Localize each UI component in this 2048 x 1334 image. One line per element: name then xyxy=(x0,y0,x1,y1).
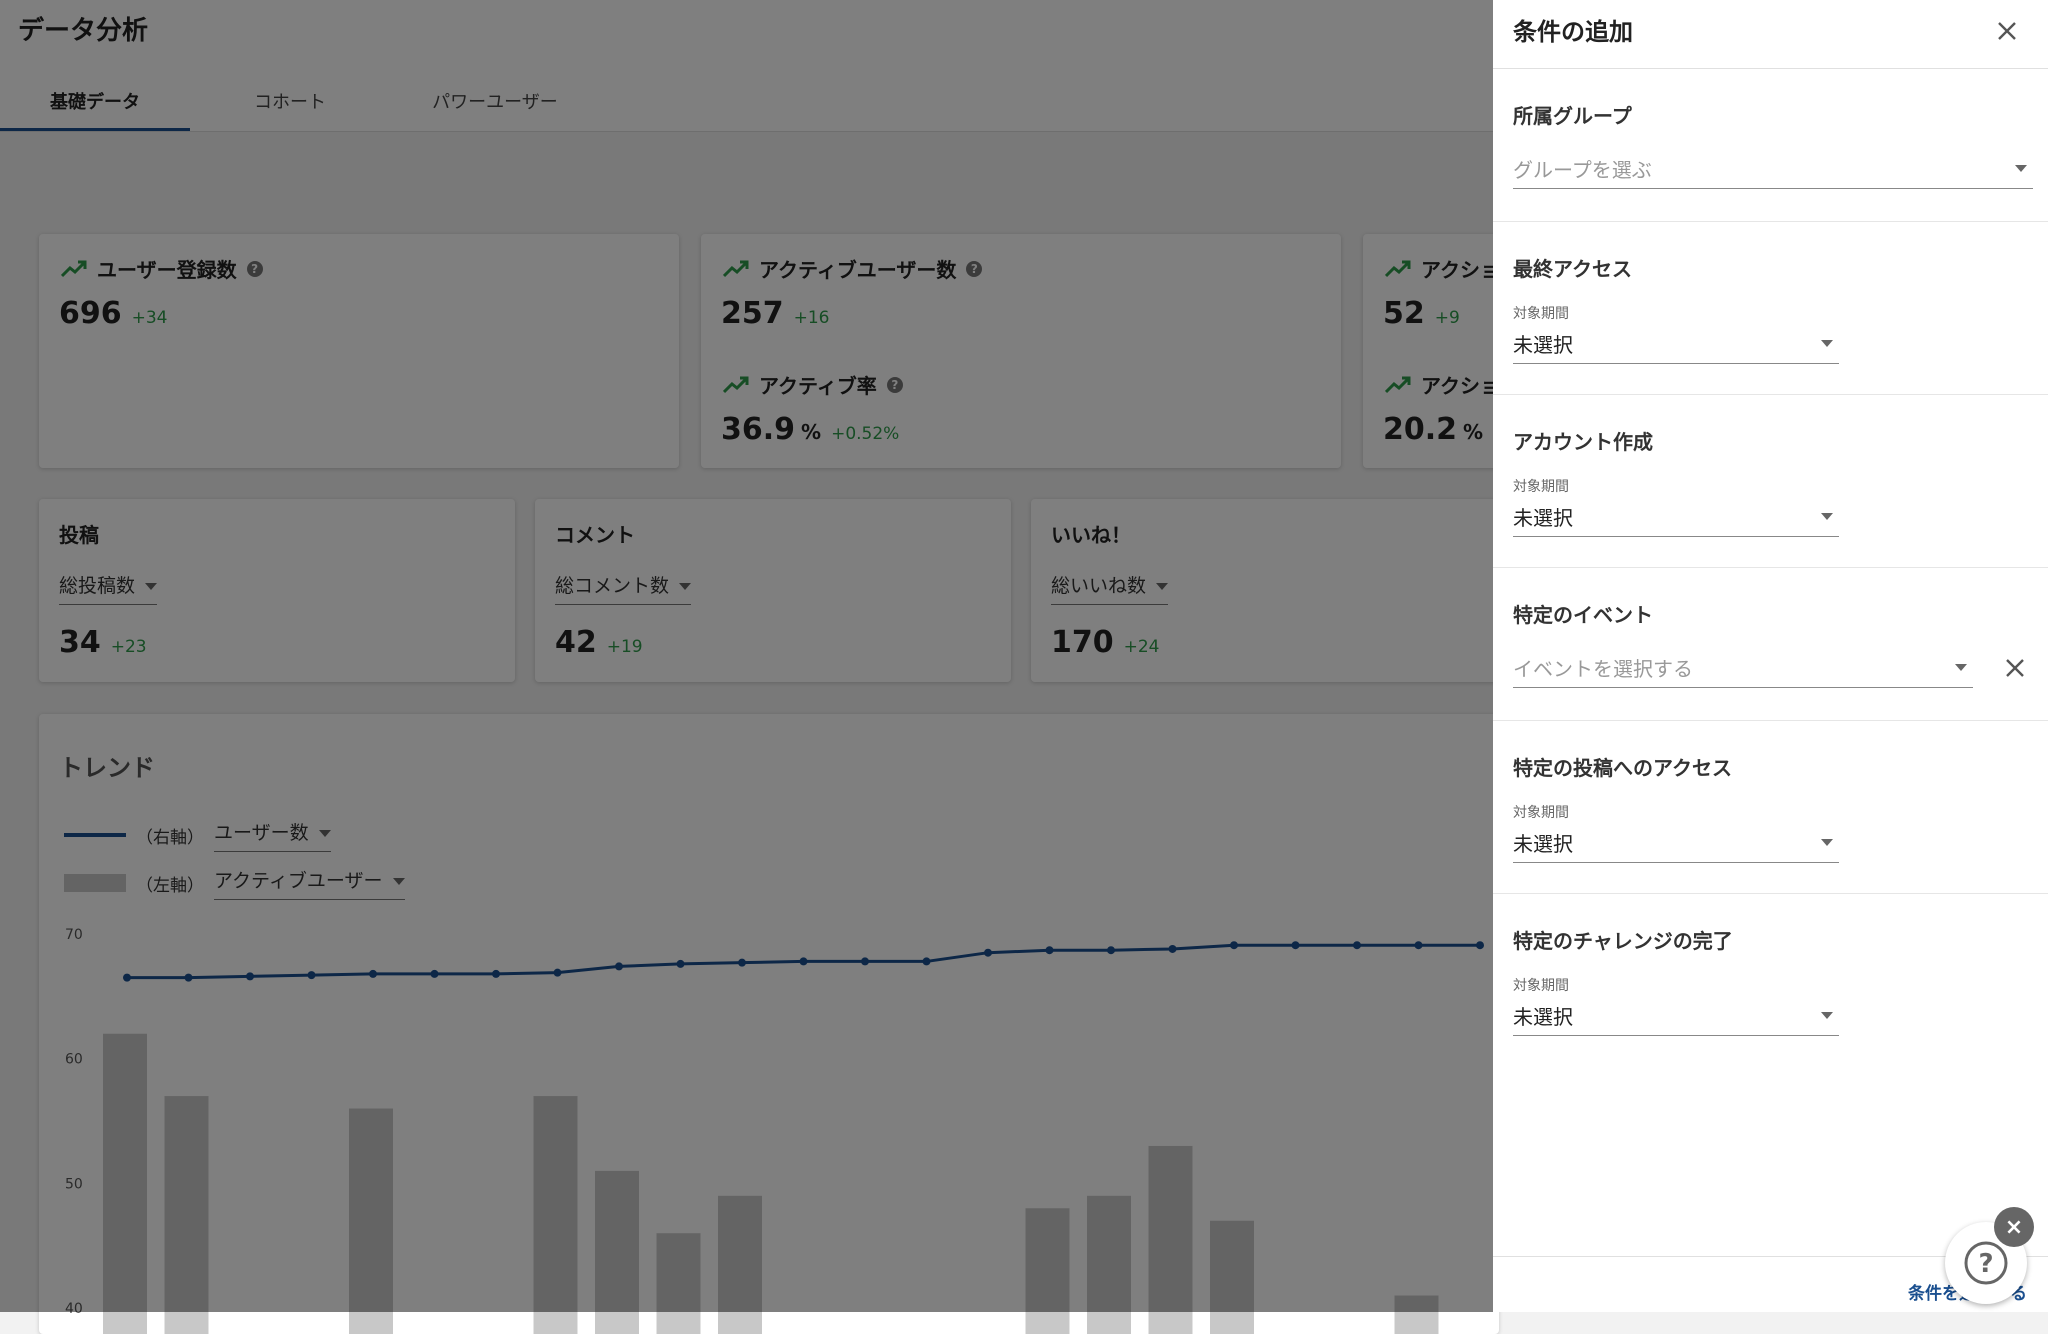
section-title: 最終アクセス xyxy=(1513,257,1632,281)
section-title: アカウント作成 xyxy=(1513,430,1653,454)
field-label: 対象期間 xyxy=(1513,978,1569,994)
section-title: 特定の投稿へのアクセス xyxy=(1513,756,1732,780)
close-icon xyxy=(1998,22,2016,40)
remove-event-button[interactable] xyxy=(2000,653,2030,683)
close-icon xyxy=(2006,659,2024,677)
chevron-down-icon xyxy=(1821,512,1833,520)
chevron-down-icon xyxy=(1821,838,1833,846)
field-label: 対象期間 xyxy=(1513,306,1569,322)
drawer-close-button[interactable] xyxy=(1990,14,2024,48)
section-specific-event: 特定のイベント イベントを選択する xyxy=(1493,567,2048,721)
post-access-period-select[interactable]: 未選択 xyxy=(1513,822,1839,863)
help-circle-icon: ? xyxy=(1964,1241,2008,1285)
section-account-created: アカウント作成 対象期間 未選択 xyxy=(1493,394,2048,568)
close-icon: × xyxy=(2004,1214,2024,1240)
section-title: 特定のイベント xyxy=(1513,603,1653,627)
chevron-down-icon xyxy=(1821,1011,1833,1019)
field-label: 対象期間 xyxy=(1513,805,1569,821)
challenge-period-select[interactable]: 未選択 xyxy=(1513,995,1839,1036)
help-fab-close-button[interactable]: × xyxy=(1994,1207,2034,1247)
chevron-down-icon xyxy=(2015,164,2027,172)
analytics-page: データ分析 基礎データ コホート パワーユーザー ユーザー登録数 ? 696+3… xyxy=(0,0,2048,1334)
account-created-period-select[interactable]: 未選択 xyxy=(1513,496,1839,537)
section-challenge-complete: 特定のチャレンジの完了 対象期間 未選択 xyxy=(1493,893,2048,1066)
chevron-down-icon xyxy=(1821,339,1833,347)
svg-text:?: ? xyxy=(1978,1249,1993,1279)
section-group: 所属グループ グループを選ぶ xyxy=(1493,68,2048,222)
field-label: 対象期間 xyxy=(1513,479,1569,495)
section-post-access: 特定の投稿へのアクセス 対象期間 未選択 xyxy=(1493,720,2048,894)
event-select[interactable]: イベントを選択する xyxy=(1513,647,1973,688)
add-condition-drawer: 条件の追加 所属グループ グループを選ぶ 最終アクセス 対象期間 未選択 アカウ… xyxy=(1493,0,2048,1312)
chevron-down-icon xyxy=(1955,663,1967,671)
drawer-header: 条件の追加 xyxy=(1493,0,2048,69)
drawer-title: 条件の追加 xyxy=(1513,18,1633,46)
section-last-access: 最終アクセス 対象期間 未選択 xyxy=(1493,221,2048,395)
group-select[interactable]: グループを選ぶ xyxy=(1513,148,2033,189)
last-access-period-select[interactable]: 未選択 xyxy=(1513,323,1839,364)
section-title: 特定のチャレンジの完了 xyxy=(1513,929,1733,953)
section-title: 所属グループ xyxy=(1513,104,1632,128)
